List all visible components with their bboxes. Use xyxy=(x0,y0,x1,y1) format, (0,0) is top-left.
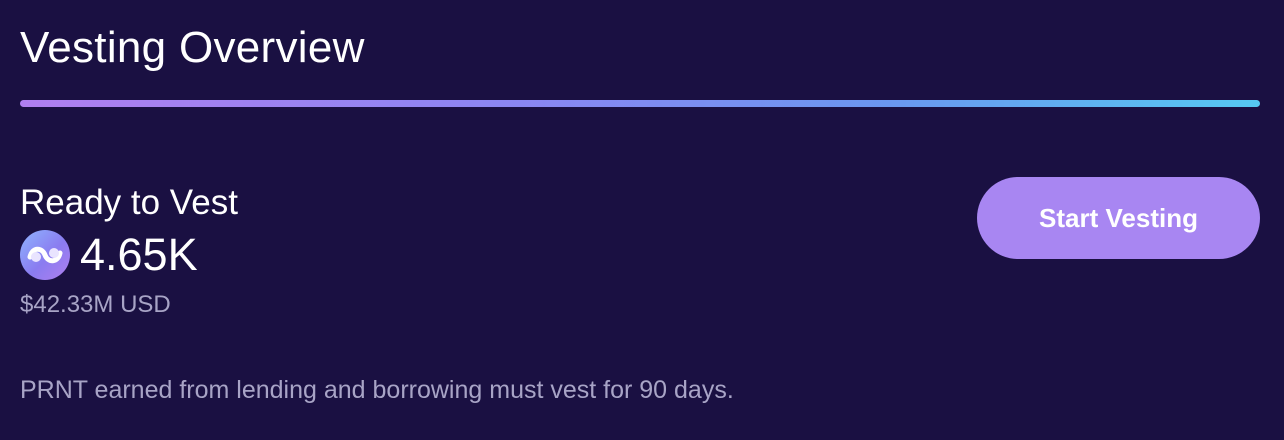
usd-value: $42.33M USD xyxy=(20,291,171,318)
vest-amount: 4.65K xyxy=(80,229,198,280)
prnt-token-icon xyxy=(20,230,70,280)
page-title: Vesting Overview xyxy=(20,23,365,72)
vesting-info-note: PRNT earned from lending and borrowing m… xyxy=(20,376,734,404)
gradient-divider xyxy=(20,100,1260,107)
start-vesting-button[interactable]: Start Vesting xyxy=(977,177,1260,259)
ready-to-vest-label: Ready to Vest xyxy=(20,183,238,222)
vest-amount-row: 4.65K xyxy=(20,228,198,282)
